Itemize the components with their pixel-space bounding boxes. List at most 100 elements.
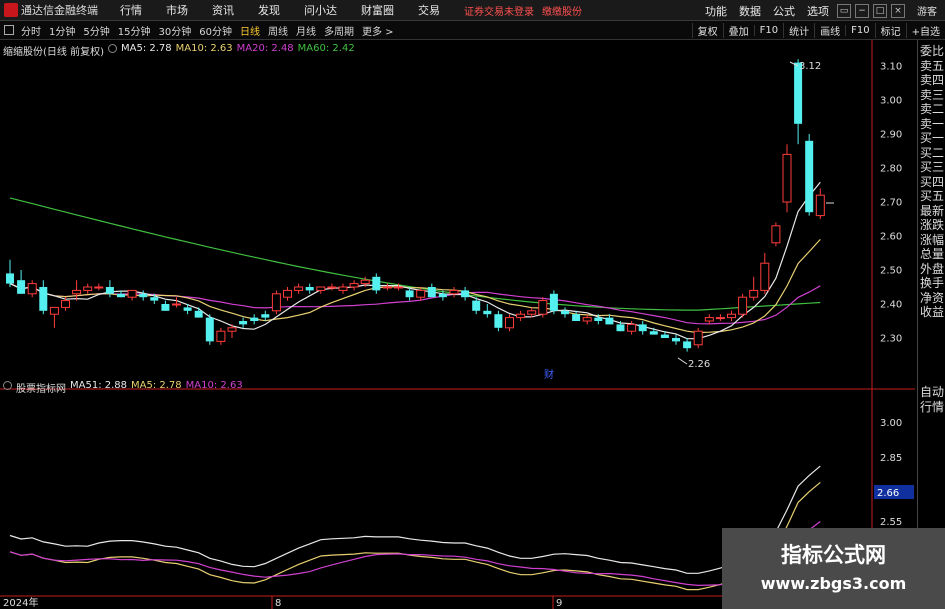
- candle-down: [805, 140, 814, 213]
- candle-down: [561, 310, 569, 315]
- candle-up: [760, 262, 770, 291]
- settings-dot-icon[interactable]: [3, 381, 12, 390]
- side-outer[interactable]: 外盘: [918, 262, 945, 277]
- period-daily[interactable]: 日线: [236, 23, 264, 38]
- candle-up: [327, 286, 337, 289]
- menu-item-wenxiaoda[interactable]: 问小达: [292, 2, 349, 18]
- side-buy5[interactable]: 买五: [918, 189, 945, 204]
- trade-login-status[interactable]: 证券交易未登录: [464, 3, 534, 18]
- candle-down: [161, 304, 170, 311]
- period-multi[interactable]: 多周期: [320, 23, 358, 38]
- menu-item-faxian[interactable]: 发现: [246, 2, 292, 18]
- f10-button[interactable]: F10: [753, 25, 783, 36]
- side-buy1[interactable]: 买一: [918, 131, 945, 146]
- side-sell4[interactable]: 卖四: [918, 73, 945, 88]
- add-watchlist-button[interactable]: +自选: [905, 23, 945, 38]
- candle-up: [727, 313, 736, 319]
- watermark-title: 指标公式网: [781, 543, 886, 567]
- side-change-pct[interactable]: 涨幅: [918, 233, 945, 248]
- candle-down: [305, 287, 314, 291]
- finance-marker[interactable]: 财: [544, 368, 554, 381]
- guest-user-label[interactable]: 游客: [917, 3, 937, 18]
- minimize-icon[interactable]: −: [855, 3, 869, 18]
- side-turnover[interactable]: 换手: [918, 276, 945, 291]
- overlay-button[interactable]: 叠加: [722, 23, 754, 38]
- layout-grid-icon[interactable]: [4, 25, 14, 35]
- menu-item-caifuquan[interactable]: 财富圈: [349, 2, 406, 18]
- candle-up: [61, 300, 70, 308]
- period-30min[interactable]: 30分钟: [154, 23, 195, 38]
- price-tick: 2.80: [880, 164, 902, 175]
- menu-item-hangqing[interactable]: 行情: [108, 2, 154, 18]
- date-label: 2024年: [3, 596, 38, 609]
- side-buy4[interactable]: 买四: [918, 175, 945, 190]
- candle-up: [271, 293, 281, 312]
- side-latest[interactable]: 最新: [918, 204, 945, 219]
- period-weekly[interactable]: 周线: [264, 23, 292, 38]
- side-quote[interactable]: 行情: [918, 400, 945, 415]
- period-fenshi[interactable]: 分时: [17, 23, 45, 38]
- period-more[interactable]: 更多 >: [358, 23, 398, 38]
- period-monthly[interactable]: 月线: [292, 23, 320, 38]
- candle-down: [17, 280, 26, 294]
- side-change[interactable]: 涨跌: [918, 218, 945, 233]
- menu-item-jiaoyi[interactable]: 交易: [406, 2, 452, 18]
- menu-item-shichang[interactable]: 市场: [154, 2, 200, 18]
- side-volume[interactable]: 总量: [918, 247, 945, 262]
- menu-item-zixun[interactable]: 资讯: [200, 2, 246, 18]
- side-earnings[interactable]: 收益: [918, 305, 945, 320]
- candle-up: [49, 306, 59, 315]
- indicator-name[interactable]: 股票指标网: [16, 380, 66, 395]
- main-menu: 行情 市场 资讯 发现 问小达 财富圈 交易: [108, 2, 452, 18]
- side-buy3[interactable]: 买三: [918, 160, 945, 175]
- side-sell1[interactable]: 卖一: [918, 117, 945, 132]
- f10-info-button[interactable]: F10: [845, 25, 874, 36]
- candle-down: [549, 293, 558, 311]
- maximize-icon[interactable]: □: [873, 3, 887, 18]
- candle-up: [771, 225, 781, 244]
- kline-chart[interactable]: 3.10 3.00 2.90 2.80 2.70 2.60 2.50 2.40 …: [0, 40, 915, 609]
- period-5min[interactable]: 5分钟: [79, 23, 113, 38]
- stats-button[interactable]: 统计: [783, 23, 814, 38]
- options-button[interactable]: 选项: [801, 3, 835, 19]
- candle-up: [449, 289, 459, 295]
- adjust-button[interactable]: 复权: [691, 23, 723, 38]
- stock-name-label[interactable]: 缩缩股份(日线 前复权): [3, 43, 104, 58]
- candle-up: [627, 323, 637, 332]
- side-sell5[interactable]: 卖五: [918, 59, 945, 74]
- data-button[interactable]: 数据: [733, 3, 767, 19]
- chart-tools: 复权 叠加 F10 统计 画线 F10 标记 +自选: [691, 21, 945, 40]
- candle-up: [527, 310, 537, 315]
- candle-up: [538, 300, 548, 315]
- candlestick-series: [6, 59, 825, 352]
- close-icon[interactable]: ×: [891, 3, 905, 18]
- period-60min[interactable]: 60分钟: [195, 23, 236, 38]
- candle-down: [594, 317, 603, 321]
- sub-ma10-line: [9, 521, 821, 587]
- side-buy2[interactable]: 买二: [918, 146, 945, 161]
- side-sell3[interactable]: 卖三: [918, 88, 945, 103]
- candle-down: [638, 324, 647, 332]
- menu-bar: 通达信金融终端 行情 市场 资讯 发现 问小达 财富圈 交易 证券交易未登录 缴…: [0, 0, 945, 21]
- legend-ma20: MA20: 2.48: [236, 43, 294, 54]
- legend-sub-ma5: MA5: 2.78: [131, 380, 182, 391]
- mark-button[interactable]: 标记: [874, 23, 906, 38]
- side-auto[interactable]: 自动: [918, 385, 945, 400]
- candle-up: [294, 286, 304, 291]
- quote-side-panel: 委比 卖五 卖四 卖三 卖二 卖一 买一 买二 买三 买四 买五 最新 涨跌 涨…: [917, 40, 945, 609]
- candle-up: [349, 283, 359, 288]
- candle-down: [405, 290, 414, 298]
- draw-line-button[interactable]: 画线: [814, 23, 845, 38]
- function-button[interactable]: 功能: [699, 3, 733, 19]
- side-weibi[interactable]: 委比: [918, 44, 945, 59]
- period-15min[interactable]: 15分钟: [114, 23, 155, 38]
- date-label: 9: [556, 598, 562, 609]
- side-net-assets[interactable]: 净资: [918, 291, 945, 306]
- candle-up: [360, 279, 370, 285]
- formula-button[interactable]: 公式: [767, 3, 801, 19]
- settings-dot-icon[interactable]: [107, 44, 117, 53]
- period-1min[interactable]: 1分钟: [45, 23, 79, 38]
- restore-layout-icon[interactable]: ▭: [837, 3, 851, 18]
- candle-down: [427, 287, 436, 298]
- side-sell2[interactable]: 卖二: [918, 102, 945, 117]
